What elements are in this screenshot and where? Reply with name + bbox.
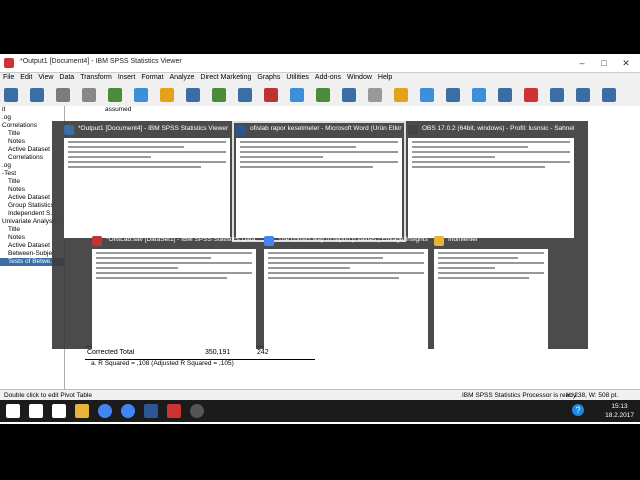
window-preview [92,249,256,349]
toolbar-button-icon[interactable] [238,88,252,102]
r-squared-footnote: a. R Squared = ,108 (Adjusted R Squared … [91,360,234,367]
toolbar-button-icon[interactable] [108,88,122,102]
window-preview [408,138,574,238]
window-preview [434,249,548,349]
toolbar-button-icon[interactable] [212,88,226,102]
menu-item-edit[interactable]: Edit [17,73,35,82]
thumbnail-title: İndirilenler [448,236,478,243]
thumbnail-title: ofislab rapor kesetmeler - Microsoft Wor… [250,125,402,132]
toolbar-button-icon[interactable] [446,88,460,102]
app-icon [92,236,102,246]
toolbar-button-icon[interactable] [576,88,590,102]
file-explorer-icon[interactable] [75,404,89,418]
switcher-window-thumbnail[interactable]: İndirilenler [434,236,548,349]
spss-viewer-icon [4,58,14,68]
toolbar-button-icon[interactable] [472,88,486,102]
menubar: File Edit View Data Transform Insert Format Ana… [0,73,640,84]
thumbnail-title: *Output1 [Document4] - IBM SPSS Statisti… [78,125,229,132]
corrected-total-ss: 350,191 [205,349,231,356]
menu-item-insert[interactable]: Insert [115,73,139,82]
search-icon[interactable] [29,404,43,418]
toolbar [0,84,640,107]
status-middle: IBM SPSS Statistics Processor is ready [462,392,577,399]
obs-icon[interactable] [190,404,204,418]
toolbar-button-icon[interactable] [316,88,330,102]
toolbar-button-icon[interactable] [550,88,564,102]
start-icon[interactable] [6,404,20,418]
toolbar-button-icon[interactable] [4,88,18,102]
app-icon [264,236,274,246]
window-title: *Output1 [Document4] - IBM SPSS Statisti… [20,58,182,65]
switcher-window-thumbnail[interactable]: The correct way to report p values | Edi… [264,236,428,349]
spss-icon[interactable] [167,404,181,418]
chrome-icon[interactable] [121,404,135,418]
window-preview [236,138,402,238]
thumbnail-title: *OfisLab.sav [DataSet1] - IBM SPSS Stati… [106,236,256,243]
menu-item-format[interactable]: Format [138,73,166,82]
system-clock[interactable]: 15:13 18.2.2017 [605,402,634,420]
toolbar-button-icon[interactable] [186,88,200,102]
assumed-label: assumed [105,106,132,113]
toolbar-button-icon[interactable] [82,88,96,102]
app-icon [236,125,246,135]
toolbar-button-icon[interactable] [368,88,382,102]
task-view-icon[interactable] [52,404,66,418]
outline-item[interactable]: it [0,106,64,114]
corrected-total-df: 242 [257,349,269,356]
app-icon [408,125,418,135]
taskbar: 15:13 18.2.2017 ? [0,400,640,422]
switcher-window-thumbnail[interactable]: ofislab rapor kesetmeler - Microsoft Wor… [232,121,406,242]
menu-item-file[interactable]: File [0,73,17,82]
window-preview [264,249,428,349]
clock-date: 18.2.2017 [605,412,634,419]
thumbnail-title: The correct way to report p values | Edi… [278,236,428,243]
help-icon[interactable]: ? [572,404,584,416]
close-button[interactable]: ✕ [616,56,636,70]
switcher-window-thumbnail[interactable]: *OfisLab.sav [DataSet1] - IBM SPSS Stati… [92,236,256,349]
menu-item-transform[interactable]: Transform [77,73,115,82]
status-left: Double click to edit Pivot Table [4,392,93,399]
minimize-button[interactable]: – [572,56,592,70]
toolbar-button-icon[interactable] [160,88,174,102]
toolbar-button-icon[interactable] [342,88,356,102]
menu-item-window[interactable]: Window [344,73,375,82]
switcher-window-thumbnail[interactable]: *Output1 [Document4] - IBM SPSS Statisti… [64,125,230,238]
switcher-window-thumbnail[interactable]: OBS 17.0.2 (64bit, windows) - Profil: lu… [408,125,574,238]
toolbar-button-icon[interactable] [394,88,408,102]
menu-item-view[interactable]: View [35,73,56,82]
window-preview [64,138,230,238]
toolbar-button-icon[interactable] [524,88,538,102]
app-icon [64,125,74,135]
toolbar-button-icon[interactable] [290,88,304,102]
menu-item-utilities[interactable]: Utilities [283,73,312,82]
status-right: H: 238, W: 508 pt. [566,392,619,399]
menu-item-data[interactable]: Data [56,73,77,82]
toolbar-button-icon[interactable] [30,88,44,102]
toolbar-button-icon[interactable] [134,88,148,102]
toolbar-button-icon[interactable] [602,88,616,102]
toolbar-button-icon[interactable] [264,88,278,102]
toolbar-button-icon[interactable] [420,88,434,102]
app-icon [434,236,444,246]
task-switcher-overlay: *Output1 [Document4] - IBM SPSS Statisti… [52,121,588,349]
menu-item-graphs[interactable]: Graphs [254,73,283,82]
menu-item-add-ons[interactable]: Add-ons [312,73,344,82]
toolbar-button-icon[interactable] [56,88,70,102]
maximize-button[interactable]: □ [594,56,614,70]
toolbar-button-icon[interactable] [498,88,512,102]
menu-item-help[interactable]: Help [375,73,395,82]
menu-item-direct-marketing[interactable]: Direct Marketing [197,73,254,82]
chrome-icon[interactable] [98,404,112,418]
word-icon[interactable] [144,404,158,418]
menu-item-analyze[interactable]: Analyze [167,73,198,82]
window-titlebar[interactable]: *Output1 [Document4] - IBM SPSS Statisti… [0,54,640,73]
corrected-total-label: Corrected Total [87,349,135,356]
thumbnail-title: OBS 17.0.2 (64bit, windows) - Profil: lu… [422,125,574,132]
clock-time: 15:13 [611,403,628,410]
